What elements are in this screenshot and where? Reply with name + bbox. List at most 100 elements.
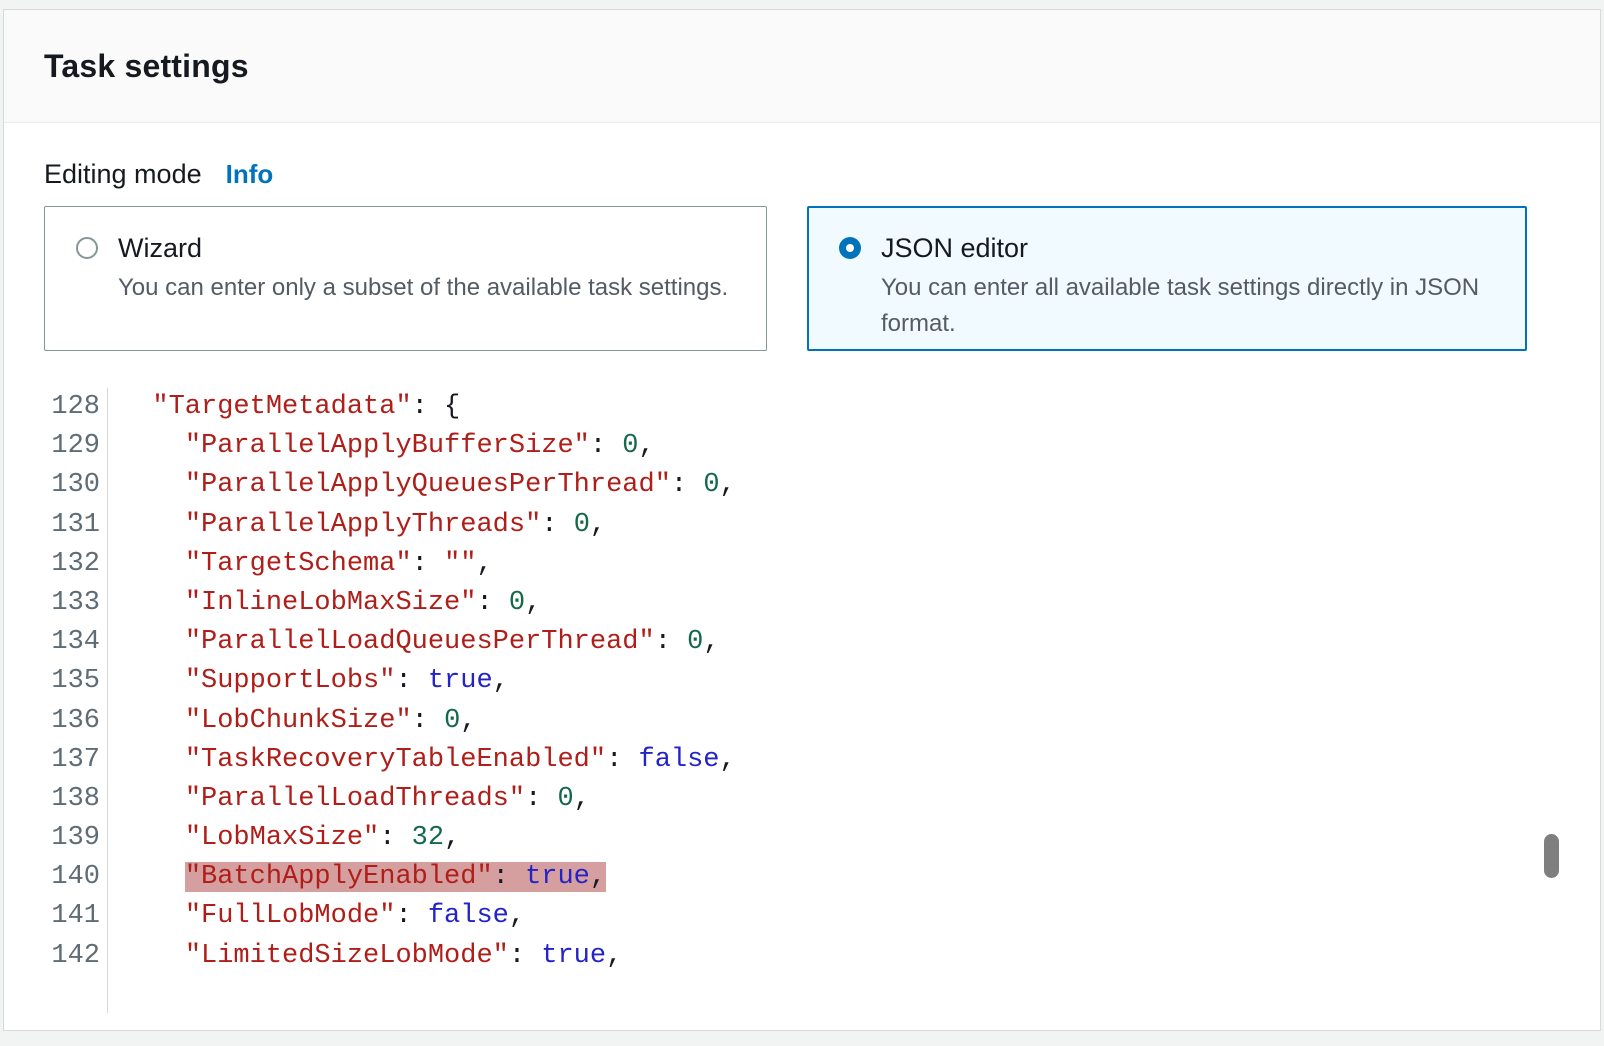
token-bool: false [639,745,720,775]
code-text: "TaskRecoveryTableEnabled": false, [107,741,736,780]
line-number: 136 [4,702,107,741]
line-number: 133 [4,584,107,623]
token-punc: , [460,706,476,736]
editing-mode-row: Editing mode Info [44,159,1560,190]
token-str: "LobChunkSize" [185,706,412,736]
wizard-option-card[interactable]: Wizard You can enter only a subset of th… [44,206,767,351]
token-str: "" [444,549,476,579]
json-code-editor[interactable]: 128 "TargetMetadata": {129 "ParallelAppl… [4,388,1600,1018]
token-num: 0 [509,588,525,618]
json-editor-option-card[interactable]: JSON editor You can enter all available … [807,206,1527,351]
token-str: "ParallelLoadThreads" [185,784,525,814]
token-str: "ParallelApplyThreads" [185,510,541,540]
indent [120,823,185,853]
token-str: "ParallelLoadQueuesPerThread" [185,627,655,657]
token-num: 0 [687,627,703,657]
indent [120,470,185,500]
code-text: "ParallelApplyQueuesPerThread": 0, [107,466,736,505]
token-punc: : [412,706,444,736]
code-text: "TargetMetadata": { [107,388,460,427]
json-editor-radio-icon[interactable] [839,237,861,259]
indent [120,627,185,657]
code-text: "ParallelApplyBufferSize": 0, [107,427,655,466]
token-punc: : [476,588,508,618]
line-number: 134 [4,623,107,662]
code-text: "ParallelLoadQueuesPerThread": 0, [107,623,720,662]
code-line[interactable]: 140 "BatchApplyEnabled": true, [4,858,1600,897]
code-text: "InlineLobMaxSize": 0, [107,584,541,623]
code-line[interactable]: 136 "LobChunkSize": 0, [4,702,1600,741]
token-str: "BatchApplyEnabled" [185,862,493,892]
editing-mode-label: Editing mode [44,159,202,190]
code-text: "LobMaxSize": 32, [107,819,460,858]
editor-scrollbar-thumb[interactable] [1544,834,1559,878]
indent [120,941,185,971]
code-line[interactable]: 132 "TargetSchema": "", [4,545,1600,584]
line-number: 140 [4,858,107,897]
line-number: 142 [4,937,107,976]
token-punc: , [574,784,590,814]
indent [120,706,185,736]
task-settings-container: Task settings Editing mode Info Wizard Y… [3,9,1601,1031]
code-text: "SupportLobs": true, [107,662,509,701]
info-link[interactable]: Info [226,159,274,190]
line-number: 132 [4,545,107,584]
token-str: "SupportLobs" [185,666,396,696]
token-punc: , [476,549,492,579]
token-bool: false [428,901,509,931]
code-line[interactable]: 131 "ParallelApplyThreads": 0, [4,506,1600,545]
token-punc: : [606,745,638,775]
wizard-option-title: Wizard [118,232,728,265]
code-text: "LobChunkSize": 0, [107,702,476,741]
line-number: 139 [4,819,107,858]
indent [120,510,185,540]
token-str: "TaskRecoveryTableEnabled" [185,745,606,775]
token-punc: , [720,745,736,775]
indent [120,392,152,422]
token-str: "InlineLobMaxSize" [185,588,477,618]
token-num: 0 [574,510,590,540]
indent [120,549,185,579]
token-punc: , [509,901,525,931]
wizard-radio-icon[interactable] [76,237,98,259]
token-bool: true [541,941,606,971]
token-str: "ParallelApplyBufferSize" [185,431,590,461]
indent [120,784,185,814]
indent [120,431,185,461]
line-number: 128 [4,388,107,427]
token-punc: , [606,941,622,971]
code-line[interactable]: 133 "InlineLobMaxSize": 0, [4,584,1600,623]
json-editor-option-description: You can enter all available task setting… [881,270,1506,342]
code-line[interactable]: 139 "LobMaxSize": 32, [4,819,1600,858]
code-text: "TargetSchema": "", [107,545,493,584]
token-punc: : [590,431,622,461]
token-punc: , [444,823,460,853]
code-line[interactable]: 134 "ParallelLoadQueuesPerThread": 0, [4,623,1600,662]
code-text: "FullLobMode": false, [107,897,525,936]
token-punc: : [655,627,687,657]
token-num: 0 [557,784,573,814]
code-line[interactable]: 141 "FullLobMode": false, [4,897,1600,936]
line-number: 129 [4,427,107,466]
code-line[interactable]: 135 "SupportLobs": true, [4,662,1600,701]
token-str: "ParallelApplyQueuesPerThread" [185,470,671,500]
code-line[interactable]: 130 "ParallelApplyQueuesPerThread": 0, [4,466,1600,505]
code-line[interactable]: 138 "ParallelLoadThreads": 0, [4,780,1600,819]
highlighted-match: "BatchApplyEnabled": true, [185,862,606,892]
token-punc: , [493,666,509,696]
wizard-option-description: You can enter only a subset of the avail… [118,270,728,306]
token-punc: : [509,941,541,971]
code-text: "BatchApplyEnabled": true, [107,858,606,897]
token-bool: true [428,666,493,696]
code-line[interactable]: 142 "LimitedSizeLobMode": true, [4,937,1600,976]
token-str: "LimitedSizeLobMode" [185,941,509,971]
code-line[interactable]: 129 "ParallelApplyBufferSize": 0, [4,427,1600,466]
code-line[interactable]: 128 "TargetMetadata": { [4,388,1600,427]
token-punc: : [395,666,427,696]
code-text: "LimitedSizeLobMode": true, [107,937,622,976]
code-line[interactable]: 137 "TaskRecoveryTableEnabled": false, [4,741,1600,780]
gutter-divider [107,388,108,1013]
container-header: Task settings [4,10,1600,123]
token-punc: , [720,470,736,500]
indent [120,862,185,892]
